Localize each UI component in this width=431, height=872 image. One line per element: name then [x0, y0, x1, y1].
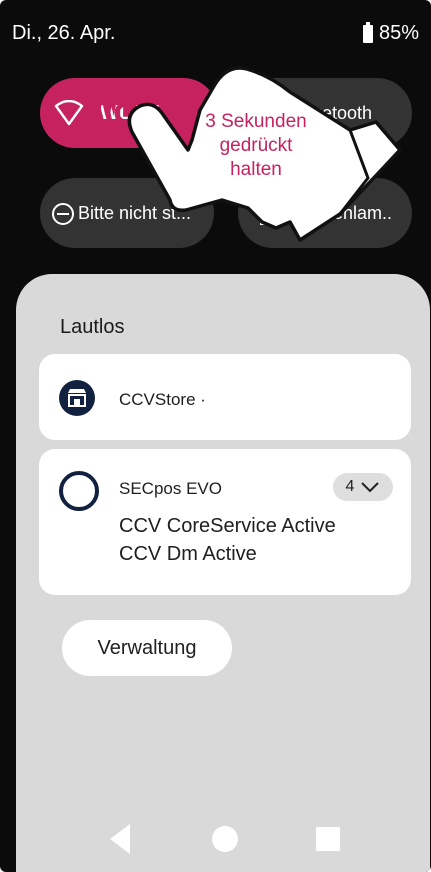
phone-screen: Di., 26. Apr. 85% WLAN Bluetooth Bitte n…	[0, 0, 431, 872]
instruction-line-1: 3 Sekunden	[205, 111, 307, 132]
do-not-disturb-icon	[52, 203, 74, 225]
flashlight-label: Taschenlam..	[286, 203, 393, 223]
notification-app-name: SECpos EVO	[119, 479, 222, 498]
expand-badge[interactable]: 4	[333, 473, 393, 501]
navigation-bar	[0, 812, 431, 872]
wlan-label: WLAN	[100, 102, 160, 124]
flashlight-tile[interactable]: Taschenlam..	[238, 178, 412, 248]
battery-icon	[362, 21, 373, 43]
flashlight-icon	[260, 205, 270, 225]
chevron-down-icon	[361, 482, 380, 493]
instruction-line-2: gedrückt	[219, 134, 293, 156]
notification-card[interactable]: CCVStore ·	[39, 354, 411, 440]
recents-icon[interactable]	[316, 827, 340, 851]
back-icon[interactable]	[108, 822, 132, 856]
notification-line: CCV CoreService Active	[119, 515, 336, 537]
notification-app-name: CCVStore ·	[119, 390, 206, 409]
wifi-icon	[54, 100, 84, 126]
notification-line: CCV Dm Active	[119, 543, 257, 565]
do-not-disturb-tile[interactable]: Bitte nicht st...	[40, 178, 214, 248]
store-glyph	[68, 389, 86, 407]
instruction-line-3: halten	[230, 158, 282, 180]
battery-status: 85%	[362, 21, 419, 45]
notification-count: 4	[345, 478, 355, 495]
manage-button[interactable]: Verwaltung	[62, 620, 232, 676]
dnd-label: Bitte nicht st...	[78, 203, 192, 223]
battery-percent: 85%	[378, 22, 419, 44]
notification-card[interactable]: SECpos EVO 4 CCV CoreService Active CCV …	[39, 449, 411, 595]
notification-panel: Lautlos CCVStore · SECpos EVO 4 CCV Core…	[16, 274, 430, 872]
hold-instruction-text: 3 Sekunden gedrückt halten	[186, 110, 326, 181]
home-icon[interactable]	[212, 826, 238, 852]
status-bar: Di., 26. Apr. 85%	[0, 0, 431, 70]
panel-title: Lautlos	[60, 316, 125, 338]
ring-icon	[59, 471, 99, 511]
store-icon	[59, 380, 95, 416]
status-date: Di., 26. Apr.	[12, 22, 116, 44]
